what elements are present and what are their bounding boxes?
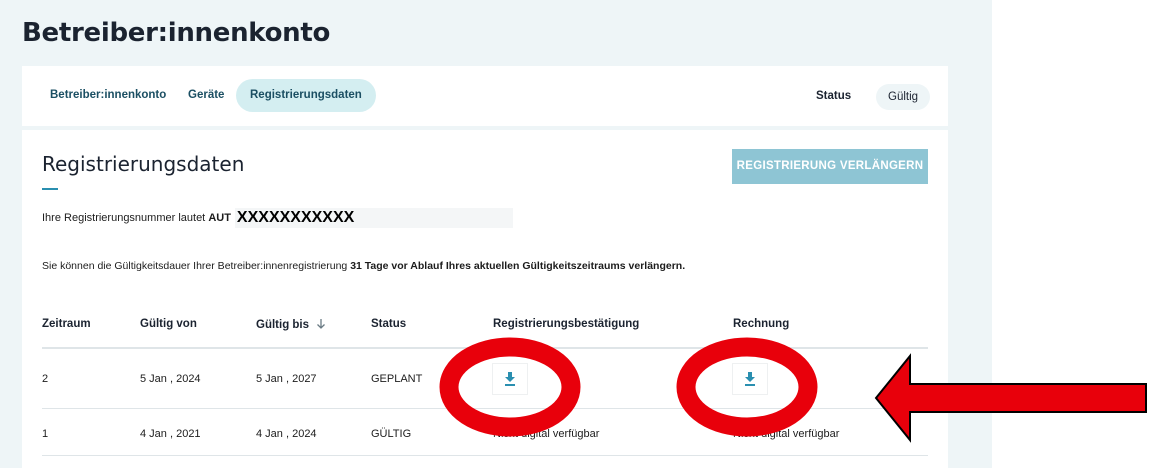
annotation-overlay xyxy=(439,337,1147,443)
red-arrow xyxy=(874,353,1147,443)
highlight-circle xyxy=(676,337,818,437)
highlight-circle xyxy=(439,337,581,437)
